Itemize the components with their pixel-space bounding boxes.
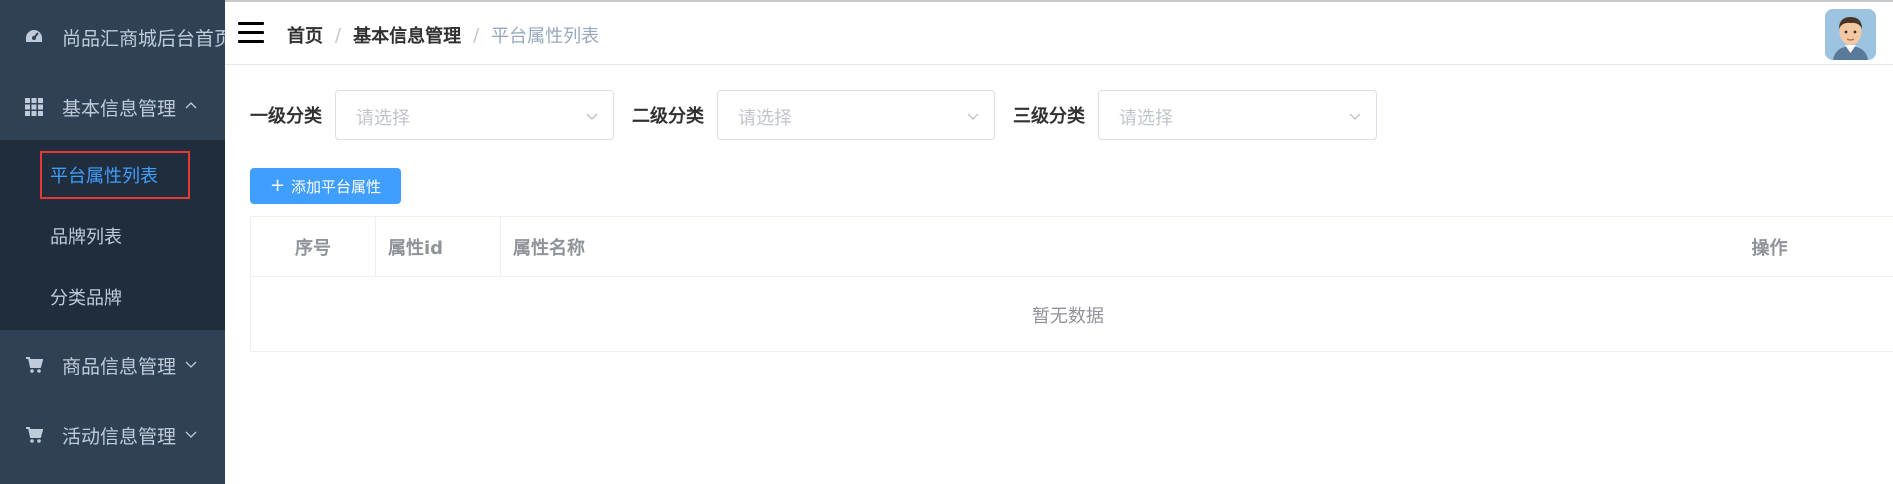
dashboard-icon	[24, 27, 44, 47]
select-placeholder: 请选择	[738, 108, 792, 129]
breadcrumb-current: 平台属性列表	[491, 26, 600, 47]
breadcrumb: 首页 / 基本信息管理 / 平台属性列表	[287, 22, 599, 48]
avatar[interactable]	[1825, 9, 1876, 60]
sidebar-item-label: 分类品牌	[50, 288, 122, 309]
breadcrumb-separator: /	[335, 24, 342, 46]
chevron-down-icon	[185, 431, 197, 438]
filter-label-level3: 三级分类	[1013, 106, 1085, 127]
top-header: 首页 / 基本信息管理 / 平台属性列表	[225, 0, 1893, 65]
category1-select[interactable]: 请选择	[335, 90, 614, 140]
sidebar-item-label: 品牌列表	[50, 227, 122, 248]
column-header-attr-id: 属性id	[376, 217, 501, 277]
annotation-highlight-box	[40, 151, 190, 199]
category2-select[interactable]: 请选择	[717, 90, 995, 140]
column-header-index: 序号	[251, 217, 376, 277]
chevron-down-icon	[967, 113, 979, 120]
chevron-down-icon	[586, 113, 598, 120]
sidebar-item-label: 尚品汇商城后台首页	[62, 27, 234, 50]
grid-icon	[24, 97, 44, 117]
filter-label-level1: 一级分类	[250, 106, 322, 127]
table-header: 序号 属性id 属性名称 操作	[251, 217, 1893, 277]
plus-icon: +	[269, 175, 286, 196]
select-placeholder: 请选择	[356, 108, 410, 129]
table-empty-text: 暂无数据	[1032, 305, 1104, 327]
sidebar-item-home[interactable]: 尚品汇商城后台首页	[0, 2, 233, 72]
sidebar-item-activity-info[interactable]: 活动信息管理	[0, 400, 225, 470]
sidebar: 尚品汇商城后台首页 基本信息管理 平台属性列表 品牌列表 分类品牌 商品信息管理…	[0, 0, 233, 484]
sidebar-item-label: 商品信息管理	[62, 355, 177, 378]
attr-table: 序号 属性id 属性名称 操作 暂无数据	[250, 216, 1893, 352]
breadcrumb-separator: /	[473, 24, 480, 46]
sidebar-item-label: 基本信息管理	[62, 97, 177, 120]
chevron-down-icon	[185, 361, 197, 368]
sidebar-item-product-info[interactable]: 商品信息管理	[0, 330, 225, 400]
sidebar-item-brand-list[interactable]: 品牌列表	[0, 206, 225, 266]
sidebar-item-label: 活动信息管理	[62, 425, 177, 448]
breadcrumb-basic-info[interactable]: 基本信息管理	[353, 22, 461, 48]
cart-icon	[24, 425, 44, 445]
column-header-actions: 操作	[1751, 238, 1788, 259]
filter-label-level2: 二级分类	[632, 106, 704, 127]
chevron-up-icon	[185, 102, 197, 109]
breadcrumb-home[interactable]: 首页	[287, 22, 323, 48]
sidebar-item-category-brand[interactable]: 分类品牌	[0, 267, 225, 327]
select-placeholder: 请选择	[1119, 108, 1173, 129]
sidebar-item-basic-info[interactable]: 基本信息管理	[0, 72, 225, 142]
cart-icon	[24, 355, 44, 375]
category3-select[interactable]: 请选择	[1098, 90, 1377, 140]
hamburger-menu-icon[interactable]	[238, 22, 264, 44]
add-button-label: 添加平台属性	[291, 177, 382, 196]
chevron-down-icon	[1349, 113, 1361, 120]
add-platform-attr-button[interactable]: + 添加平台属性	[250, 168, 401, 204]
